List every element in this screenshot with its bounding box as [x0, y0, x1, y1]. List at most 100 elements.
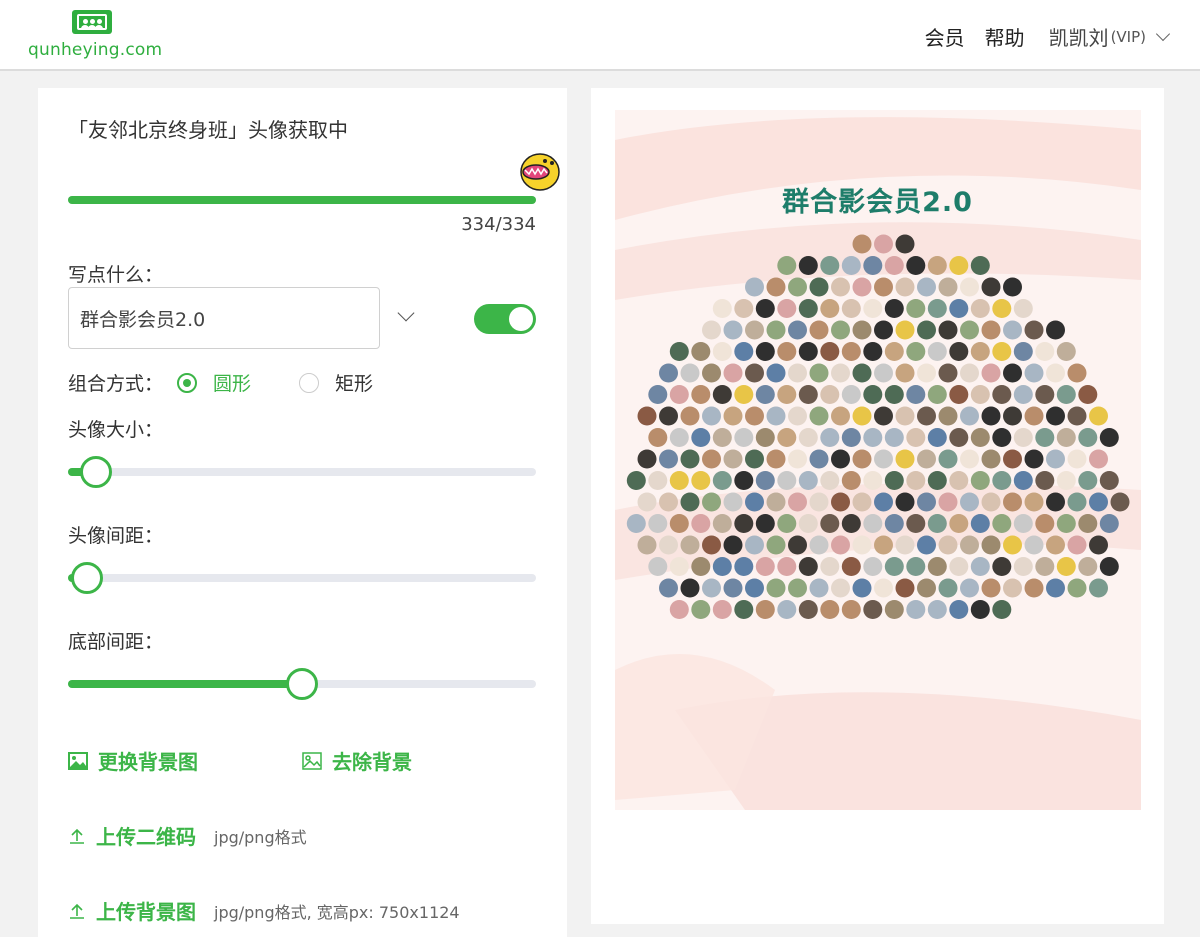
member-avatar [970, 557, 990, 576]
avatar-size-slider[interactable] [68, 456, 536, 488]
member-avatar [788, 578, 807, 598]
member-avatar [960, 578, 979, 598]
member-avatar [734, 514, 754, 533]
logo[interactable]: qunheying.com [28, 10, 168, 64]
nav-help[interactable]: 帮助 [985, 22, 1025, 51]
member-avatar [863, 471, 883, 490]
member-avatar [874, 492, 893, 512]
member-avatar [874, 406, 893, 426]
member-avatar [884, 428, 904, 447]
member-avatar [1099, 514, 1119, 533]
member-avatar [745, 535, 764, 555]
member-avatar [777, 299, 797, 318]
member-avatar [884, 385, 904, 404]
avatar-size-label: 头像大小： [68, 419, 164, 441]
member-avatar [938, 578, 958, 598]
member-avatar [820, 299, 840, 318]
member-avatar [777, 471, 797, 490]
slider-thumb[interactable] [286, 668, 318, 700]
nav-member[interactable]: 会员 [925, 22, 965, 51]
member-avatar [841, 557, 861, 576]
layout-circle-radio[interactable]: 圆形 [177, 369, 251, 396]
member-avatar [755, 428, 775, 447]
member-avatar [820, 385, 840, 404]
member-avatar [788, 277, 807, 297]
member-avatar [809, 578, 829, 598]
member-avatar [788, 363, 807, 383]
member-avatar [648, 514, 668, 533]
member-avatar [970, 600, 990, 619]
member-avatar [809, 277, 829, 297]
member-avatar [1024, 363, 1044, 383]
member-avatar [841, 428, 861, 447]
member-avatar [841, 256, 861, 275]
member-avatar [917, 535, 936, 555]
member-avatar [734, 342, 754, 361]
layout-label: 组合方式： [68, 373, 164, 395]
radio-unchecked-icon [299, 372, 320, 393]
member-avatar [798, 600, 818, 619]
member-avatar [992, 385, 1012, 404]
member-avatar [809, 320, 829, 340]
member-avatar [949, 514, 969, 533]
caption-toggle[interactable] [474, 304, 536, 334]
member-avatar [917, 363, 936, 383]
member-avatar [723, 492, 743, 512]
member-avatar [680, 363, 700, 383]
member-avatar [777, 256, 797, 275]
bottom-spacing-slider[interactable] [68, 668, 536, 700]
member-avatar [766, 492, 786, 512]
user-menu[interactable]: 凯凯刘 (VIP) [1049, 22, 1171, 51]
member-avatar [895, 363, 915, 383]
member-avatar [1056, 557, 1076, 576]
member-avatar [809, 492, 829, 512]
member-avatar [691, 557, 711, 576]
member-avatar [734, 299, 754, 318]
member-avatar [831, 492, 850, 512]
member-avatar [712, 385, 732, 404]
upload-background-button[interactable]: 上传背景图 jpg/png格式, 宽高px: 750x1124 [68, 896, 460, 925]
member-avatar [927, 471, 947, 490]
member-avatar [723, 449, 743, 469]
member-avatar [970, 256, 990, 275]
image-icon [68, 751, 88, 770]
member-avatar [723, 578, 743, 598]
settings-panel: 「友邻北京终身班」头像获取中 334/334 写点什么： 组合方式： 圆形 矩形… [38, 88, 567, 937]
member-avatar [938, 535, 958, 555]
change-background-button[interactable]: 更换背景图 [68, 746, 198, 775]
member-avatar [938, 363, 958, 383]
change-background-label: 更换背景图 [98, 750, 198, 774]
member-avatar [1067, 449, 1087, 469]
member-avatar [712, 514, 732, 533]
chevron-down-icon[interactable] [397, 304, 415, 322]
member-avatar [906, 471, 926, 490]
member-avatar [766, 277, 786, 297]
member-avatar [809, 449, 829, 469]
member-avatar [949, 428, 969, 447]
member-avatar [1089, 449, 1108, 469]
caption-input[interactable] [68, 287, 380, 349]
layout-rect-radio[interactable]: 矩形 [299, 369, 373, 396]
member-avatar [702, 406, 721, 426]
slider-thumb[interactable] [80, 456, 113, 488]
member-avatar [841, 385, 861, 404]
member-avatar [960, 363, 979, 383]
member-avatar [841, 514, 861, 533]
avatar-spacing-slider[interactable] [68, 562, 536, 594]
member-avatar [1067, 406, 1087, 426]
member-avatar [712, 471, 732, 490]
member-avatar [1013, 299, 1033, 318]
member-avatar [981, 406, 1001, 426]
member-avatar [669, 342, 689, 361]
upload-qr-button[interactable]: 上传二维码 jpg/png格式 [68, 821, 307, 850]
member-avatar [970, 471, 990, 490]
remove-background-button[interactable]: 去除背景 [302, 746, 412, 775]
member-avatar [745, 277, 764, 297]
slider-thumb[interactable] [70, 562, 103, 594]
layout-options: 组合方式： 圆形 矩形 [68, 369, 373, 396]
member-avatar [831, 320, 850, 340]
member-avatar [648, 428, 668, 447]
member-avatar [755, 514, 775, 533]
member-avatar [702, 320, 721, 340]
member-avatar [906, 428, 926, 447]
